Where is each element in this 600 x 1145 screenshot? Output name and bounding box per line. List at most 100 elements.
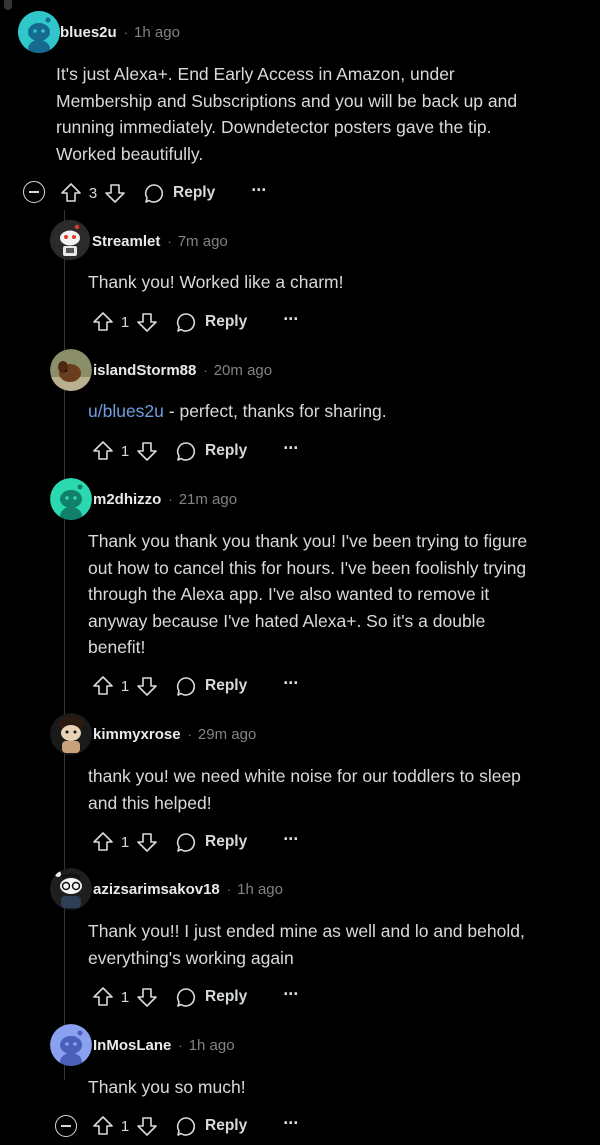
downvote-arrow-icon	[137, 988, 157, 1007]
upvote-arrow-icon	[61, 183, 81, 202]
avatar[interactable]	[50, 478, 92, 520]
username[interactable]: InMosLane	[93, 1037, 171, 1054]
reply-button[interactable]: Reply	[176, 441, 247, 462]
timestamp[interactable]: 1h ago	[134, 24, 180, 41]
reply-button[interactable]: Reply	[144, 183, 215, 204]
reply-button[interactable]: Reply	[176, 676, 247, 697]
comment-header: azizsarimsakov18 · 1h ago	[93, 878, 283, 900]
downvote-arrow-icon	[137, 1117, 157, 1136]
downvote-arrow-icon	[137, 313, 157, 332]
more-options-button[interactable]: ···	[283, 674, 299, 694]
timestamp[interactable]: 29m ago	[198, 726, 256, 743]
body-line: Worked beautifully.	[56, 143, 204, 164]
collapse-button[interactable]	[23, 181, 45, 203]
avatar[interactable]	[50, 713, 92, 755]
username[interactable]: blues2u	[60, 24, 117, 41]
vote-count: 1	[120, 677, 130, 695]
downvote-arrow-icon	[105, 184, 125, 203]
comment-header: blues2u · 1h ago	[60, 21, 180, 43]
reply-button[interactable]: Reply	[176, 832, 247, 853]
downvote-button[interactable]	[136, 311, 158, 333]
upvote-button[interactable]	[92, 311, 114, 333]
downvote-button[interactable]	[136, 986, 158, 1008]
upvote-button[interactable]	[92, 440, 114, 462]
body-line: thank you! we need white noise for our t…	[88, 766, 521, 786]
timestamp[interactable]: 21m ago	[179, 491, 237, 508]
username[interactable]: islandStorm88	[93, 362, 196, 379]
avatar[interactable]	[50, 220, 90, 260]
body-line: Thank you! Worked like a charm!	[88, 272, 344, 292]
downvote-button[interactable]	[136, 675, 158, 697]
user-mention-link[interactable]: u/blues2u	[88, 401, 164, 421]
username[interactable]: azizsarimsakov18	[93, 881, 220, 898]
upvote-button[interactable]	[92, 675, 114, 697]
more-options-button[interactable]: ···	[283, 985, 299, 1005]
body-line: everything's working again	[88, 947, 294, 968]
dog-photo-avatar-icon	[50, 349, 92, 391]
separator-dot: ·	[187, 726, 192, 742]
comment-body: Thank you! Worked like a charm!	[88, 269, 598, 296]
collapse-button[interactable]	[55, 1115, 77, 1137]
upvote-button[interactable]	[92, 986, 114, 1008]
timestamp[interactable]: 7m ago	[178, 233, 228, 250]
timestamp[interactable]: 20m ago	[214, 362, 272, 379]
upvote-button[interactable]	[92, 831, 114, 853]
comment-header: InMosLane · 1h ago	[93, 1034, 235, 1056]
reply-button[interactable]: Reply	[176, 987, 247, 1008]
comment-body: Thank you thank you thank you! I've been…	[88, 528, 598, 661]
reply-button[interactable]: Reply	[176, 1116, 247, 1137]
green-snoo-avatar-icon	[50, 478, 92, 520]
username[interactable]: m2dhizzo	[93, 491, 161, 508]
body-line: through the Alexa app. I've also wanted …	[88, 584, 490, 604]
speech-bubble-icon	[176, 987, 196, 1007]
more-options-button[interactable]: ···	[283, 310, 299, 330]
timestamp[interactable]: 1h ago	[189, 1037, 235, 1054]
upvote-arrow-icon	[93, 312, 113, 331]
body-line: out how to cancel this for hours. I've b…	[88, 557, 527, 578]
comment-header: Streamlet · 7m ago	[92, 230, 228, 252]
thread-line-top	[4, 0, 12, 10]
more-options-button[interactable]: ···	[283, 830, 299, 850]
avatar[interactable]	[18, 11, 60, 53]
downvote-button[interactable]	[136, 440, 158, 462]
downvote-button[interactable]	[136, 1115, 158, 1137]
snoo-robot-avatar-icon	[50, 220, 90, 260]
body-line: u/blues2u - perfect, thanks for sharing.	[88, 398, 598, 425]
upvote-button[interactable]	[92, 1115, 114, 1137]
username[interactable]: Streamlet	[92, 233, 160, 250]
username[interactable]: kimmyxrose	[93, 726, 181, 743]
more-options-button[interactable]: ···	[251, 181, 267, 201]
comment-header: kimmyxrose · 29m ago	[93, 723, 256, 745]
comment-body: u/blues2u - perfect, thanks for sharing.	[88, 398, 598, 425]
downvote-button[interactable]	[136, 831, 158, 853]
vote-count: 1	[120, 988, 130, 1006]
timestamp[interactable]: 1h ago	[237, 881, 283, 898]
reply-label: Reply	[205, 833, 248, 850]
body-line: Thank you thank you thank you! I've been…	[88, 531, 528, 551]
comment-body: Thank you!! I just ended mine as well an…	[88, 918, 598, 971]
downvote-button[interactable]	[104, 182, 126, 204]
comment-header: m2dhizzo · 21m ago	[93, 488, 237, 510]
speech-bubble-icon	[176, 441, 196, 461]
thread-line-main	[64, 210, 65, 1080]
avatar[interactable]	[50, 1024, 92, 1066]
vote-count: 1	[120, 313, 130, 331]
speech-bubble-icon	[176, 676, 196, 696]
comment-body: thank you! we need white noise for our t…	[88, 763, 598, 816]
more-options-button[interactable]: ···	[283, 439, 299, 459]
upvote-button[interactable]	[60, 182, 82, 204]
body-text-rest: - perfect, thanks for sharing.	[163, 401, 387, 421]
downvote-arrow-icon	[137, 677, 157, 696]
vote-count: 1	[120, 1117, 130, 1135]
comment-header: islandStorm88 · 20m ago	[93, 359, 272, 381]
avatar[interactable]	[50, 349, 92, 391]
more-options-button[interactable]: ···	[283, 1114, 299, 1134]
vote-count: 1	[120, 833, 130, 851]
upvote-arrow-icon	[93, 1116, 113, 1135]
reply-button[interactable]: Reply	[176, 312, 247, 333]
body-line: benefit!	[88, 637, 146, 657]
teal-snoo-avatar-icon	[18, 11, 60, 53]
comment-actions: 1 Reply ···	[92, 827, 299, 857]
avatar[interactable]	[50, 868, 92, 910]
separator-dot: ·	[167, 233, 172, 249]
